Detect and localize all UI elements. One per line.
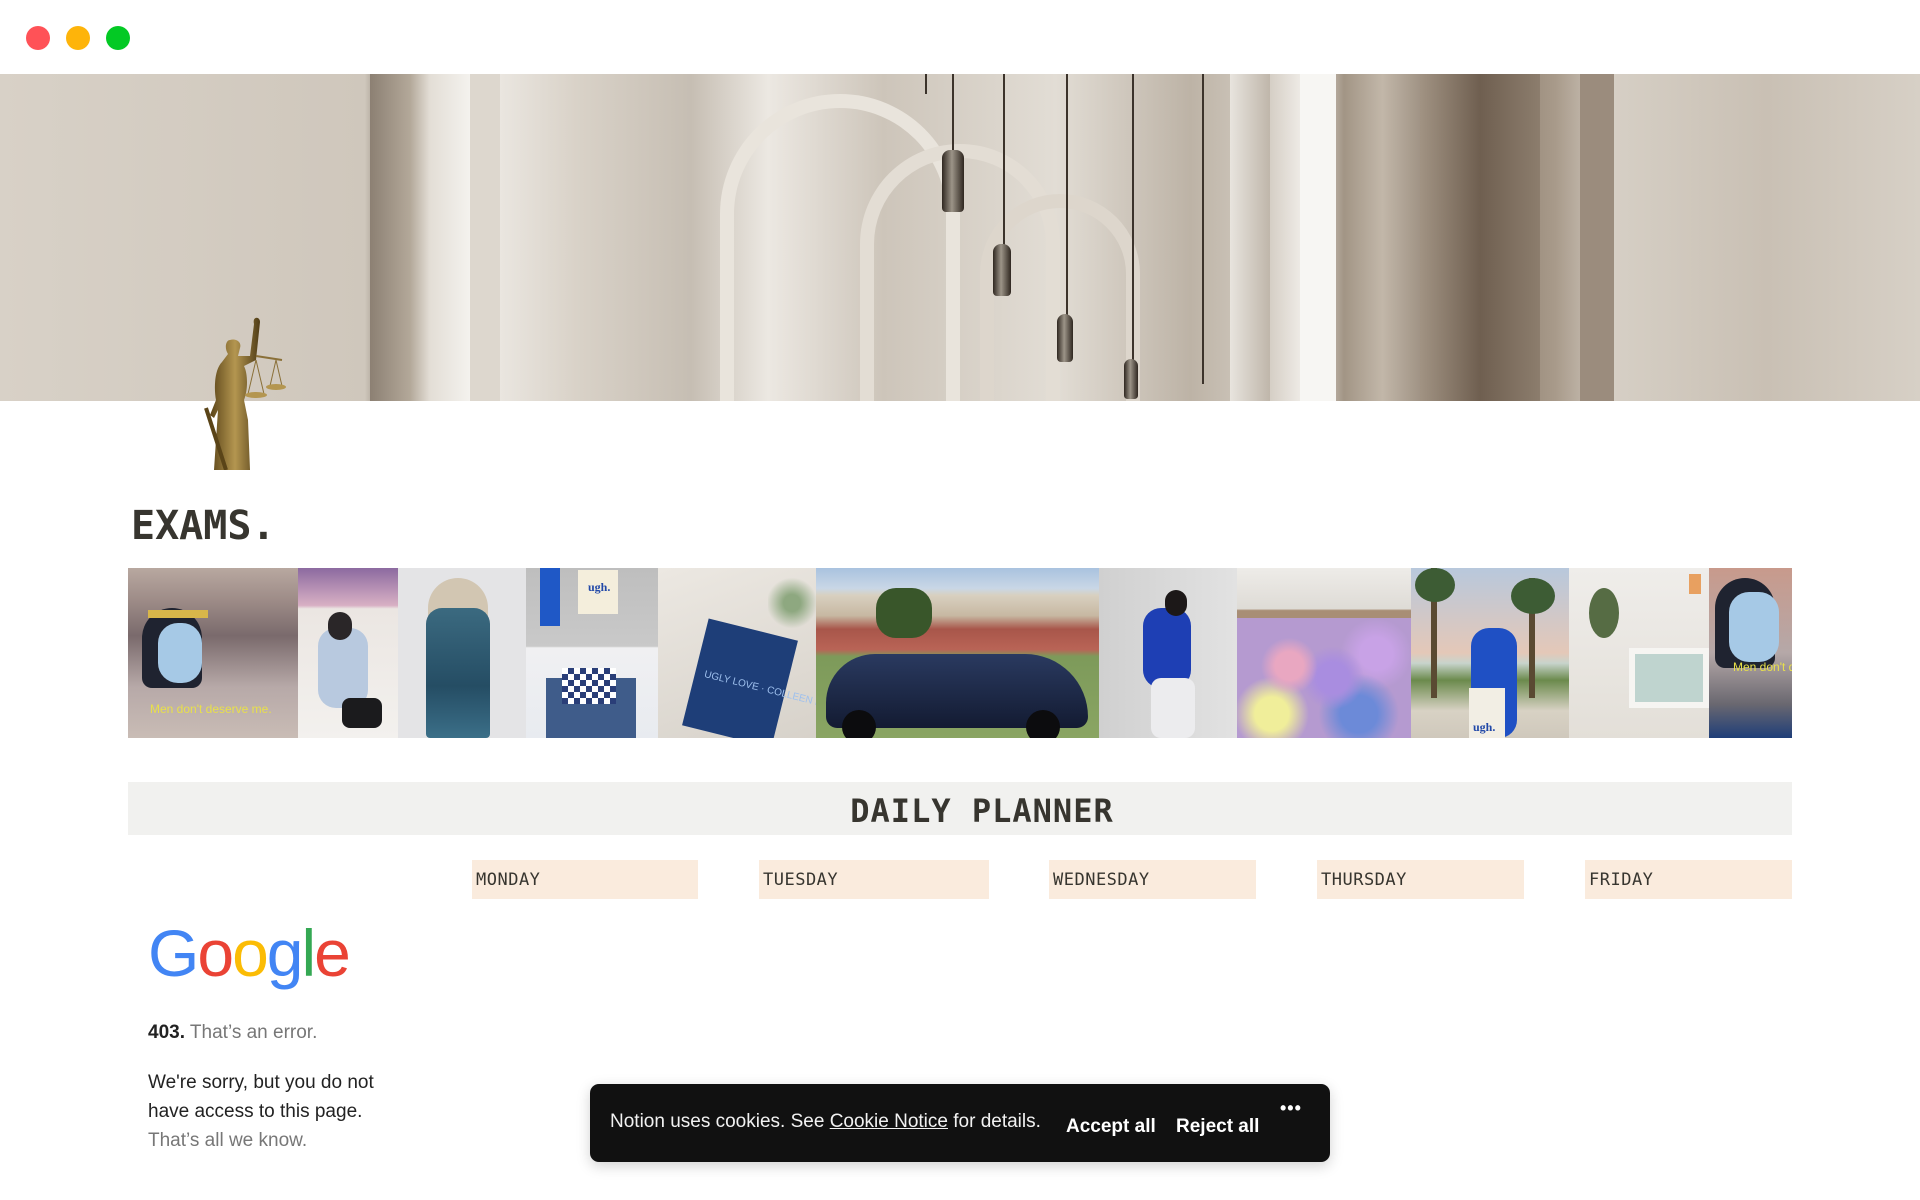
mood-tile-dress [398, 568, 526, 738]
error-body: We're sorry, but you do not have access … [148, 1068, 448, 1155]
mood-board-gallery: Men don't deserve me. ugh. UGLY LOVE · C… [128, 568, 1792, 738]
lady-justice-icon[interactable] [178, 300, 290, 470]
day-label: FRIDAY [1589, 870, 1654, 890]
day-header-wednesday[interactable]: WEDNESDAY [1049, 860, 1256, 899]
embedded-google-error: Google 403. That’s an error. We're sorry… [148, 920, 448, 1155]
daily-planner-title: DAILY PLANNER [850, 792, 1114, 830]
minimize-window-button[interactable] [66, 26, 90, 50]
mood-tile-flowers [1237, 568, 1411, 738]
tile-caption: Men don't d [1733, 660, 1792, 674]
tile-caption: ugh. [1473, 720, 1496, 734]
day-label: THURSDAY [1321, 870, 1407, 890]
maximize-window-button[interactable] [106, 26, 130, 50]
error-title: That’s an error. [189, 1022, 318, 1043]
day-label: TUESDAY [763, 870, 839, 890]
day-header-monday[interactable]: MONDAY [472, 860, 698, 899]
mood-tile-tote-bed: ugh. [526, 568, 658, 738]
tile-caption: Men don't deserve me. [150, 702, 272, 716]
mood-tile-cartoon-repeat: Men don't d [1709, 568, 1792, 738]
more-options-icon[interactable]: ••• [1280, 1098, 1302, 1119]
cookie-message: Notion uses cookies. See Cookie Notice f… [610, 1111, 1041, 1133]
day-header-thursday[interactable]: THURSDAY [1317, 860, 1524, 899]
day-label: MONDAY [476, 870, 541, 890]
cookie-banner: Notion uses cookies. See Cookie Notice f… [590, 1084, 1330, 1162]
tile-caption: ugh. [588, 580, 611, 594]
window-titlebar [0, 0, 1920, 74]
cookie-notice-link[interactable]: Cookie Notice [830, 1111, 948, 1132]
error-heading: 403. That’s an error. [148, 1022, 448, 1044]
daily-planner-header: DAILY PLANNER [128, 782, 1792, 835]
cookie-text-after: for details. [947, 1111, 1041, 1132]
google-logo: Google [148, 916, 351, 990]
mood-tile-car [816, 568, 1099, 738]
page-title[interactable]: EXAMS. [131, 503, 276, 549]
cookie-text-before: Notion uses cookies. See [610, 1111, 830, 1132]
mood-tile-bathroom [1569, 568, 1709, 738]
mood-tile-blue-sweater [1099, 568, 1237, 738]
day-header-tuesday[interactable]: TUESDAY [759, 860, 989, 899]
error-footer: That’s all we know. [148, 1130, 308, 1151]
day-header-friday[interactable]: FRIDAY [1585, 860, 1792, 899]
mood-tile-selfie [298, 568, 398, 738]
mood-tile-book: UGLY LOVE · COLLEEN HOOVER [658, 568, 816, 738]
error-message: We're sorry, but you do not have access … [148, 1072, 374, 1122]
reject-all-button[interactable]: Reject all [1176, 1116, 1259, 1138]
accept-all-button[interactable]: Accept all [1066, 1116, 1156, 1138]
mood-tile-cartoon: Men don't deserve me. [128, 568, 298, 738]
error-code: 403. [148, 1022, 185, 1043]
mood-tile-palm-beach: ugh. [1411, 568, 1569, 738]
day-label: WEDNESDAY [1053, 870, 1150, 890]
close-window-button[interactable] [26, 26, 50, 50]
